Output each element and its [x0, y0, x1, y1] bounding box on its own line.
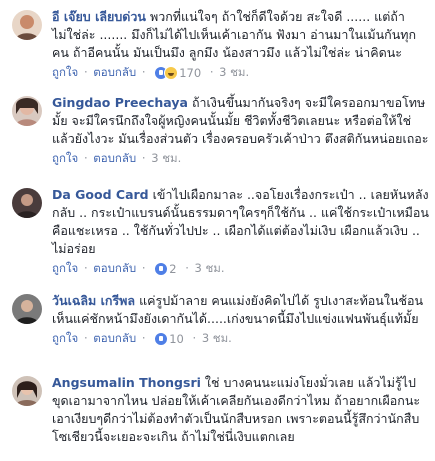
comment-author[interactable]: Gingdao Preechaya [52, 95, 188, 110]
comment-actions: ถูกใจ · ตอบกลับ · 3 ชม. [52, 151, 182, 165]
comment-time[interactable]: 3 ชม. [151, 151, 181, 165]
like-reaction-icon [154, 261, 169, 276]
haha-reaction-icon [164, 65, 179, 80]
avatar[interactable] [12, 188, 42, 218]
reaction-summary[interactable]: 170 [154, 65, 201, 81]
like-link[interactable]: ถูกใจ [52, 261, 78, 275]
reaction-summary[interactable]: 2 [154, 261, 177, 277]
reaction-count: 2 [169, 261, 177, 276]
comment-content: Gingdao Preechaya ถ้าเงินขึ้นมากันจริงๆ จ… [52, 94, 429, 148]
reaction-count: 170 [179, 65, 202, 80]
reply-link[interactable]: ตอบกลับ [93, 151, 136, 165]
comment-actions: ถูกใจ · ตอบกลับ · 170 · 3 ชม. [52, 65, 250, 81]
comment-author[interactable]: Angsumalin Thongsri [52, 375, 201, 390]
reaction-summary[interactable]: 10 [154, 331, 184, 347]
reply-link[interactable]: ตอบกลับ [93, 65, 136, 79]
comment-author[interactable]: วันเฉลิม เกรีพล [52, 293, 135, 308]
comment-list: อี เจ๊ยบ เลียบด่วน พวกที่แน่ใจๆ ถ้าใช่ก็ด… [0, 0, 435, 461]
avatar[interactable] [12, 294, 42, 324]
reply-link[interactable]: ตอบกลับ [93, 261, 136, 275]
comment-content: Angsumalin Thongsri ใช่ บางคนนะแม่งโยงมั่… [52, 374, 429, 446]
like-link[interactable]: ถูกใจ [52, 151, 78, 165]
avatar[interactable] [12, 10, 42, 40]
comment-content: อี เจ๊ยบ เลียบด่วน พวกที่แน่ใจๆ ถ้าใช่ก็ด… [52, 8, 429, 62]
reply-link[interactable]: ตอบกลับ [93, 331, 136, 345]
comment-actions: ถูกใจ · ตอบกลับ · 10 · 3 ชม. [52, 331, 232, 347]
comment-time[interactable]: 3 ชม. [195, 261, 225, 275]
comment-author[interactable]: Da Good Card [52, 187, 149, 202]
comment-time[interactable]: 3 ชม. [219, 65, 249, 79]
like-reaction-icon [154, 331, 169, 346]
comment-author[interactable]: อี เจ๊ยบ เลียบด่วน [52, 9, 146, 24]
reaction-count: 10 [169, 331, 184, 346]
like-link[interactable]: ถูกใจ [52, 65, 78, 79]
avatar[interactable] [12, 376, 42, 406]
avatar[interactable] [12, 96, 42, 126]
comment-content: วันเฉลิม เกรีพล แค่รูปม้าลาย คนแม่งยังคิด… [52, 292, 429, 328]
like-link[interactable]: ถูกใจ [52, 331, 78, 345]
comment-time[interactable]: 3 ชม. [202, 331, 232, 345]
comment-actions: ถูกใจ · ตอบกลับ · 2 · 3 ชม. [52, 261, 225, 277]
comment-content: Da Good Card เข้าไปเผือกมาละ ..จอโยงเรื่อ… [52, 186, 429, 258]
